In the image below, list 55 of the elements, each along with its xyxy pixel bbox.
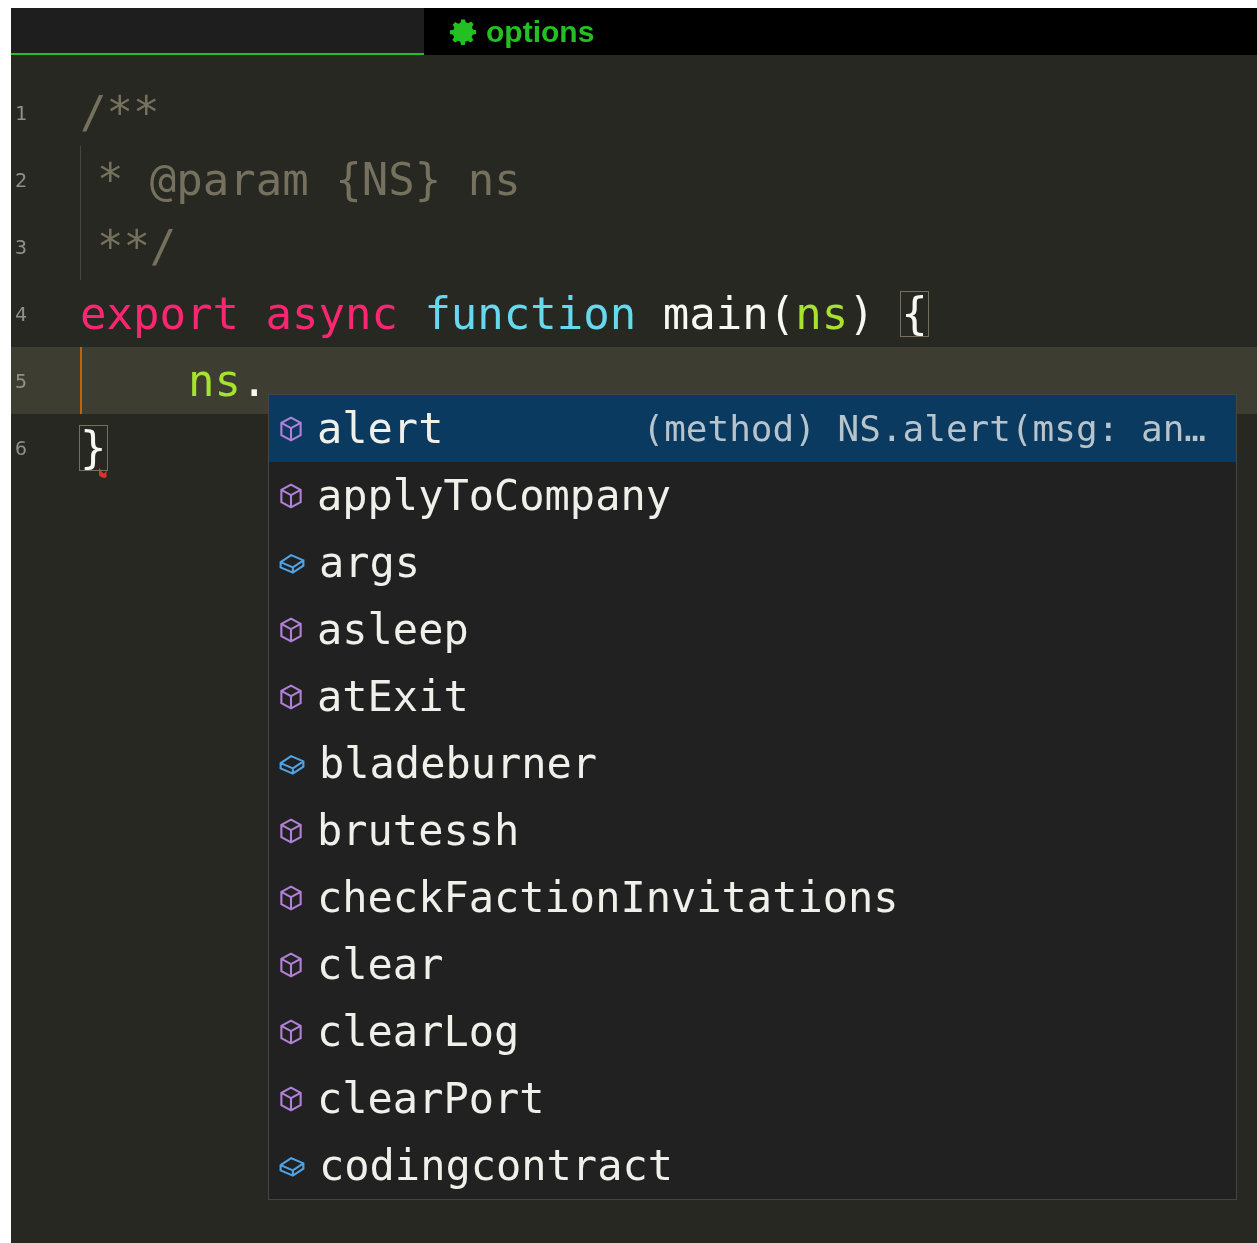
suggestion-item[interactable]: alert (method) NS.alert(msg: an…: [269, 395, 1236, 462]
options-button[interactable]: options: [424, 8, 595, 55]
line-number: 3: [14, 236, 29, 257]
suggestion-label: applyToCompany: [317, 470, 671, 522]
code-identifier: ns: [795, 291, 849, 336]
code-text: main(: [662, 291, 796, 336]
suggestion-item[interactable]: codingcontract: [269, 1132, 1236, 1199]
suggestion-label: codingcontract: [319, 1140, 673, 1192]
suggestion-label: alert: [317, 403, 444, 455]
suggestion-item[interactable]: clearLog: [269, 998, 1236, 1065]
suggestion-item[interactable]: clearPort: [269, 1065, 1236, 1132]
suggestion-label: brutessh: [317, 805, 520, 857]
line-number: 1: [14, 102, 29, 123]
editor-tab[interactable]: [11, 8, 424, 55]
cube-icon: [277, 816, 305, 845]
suggestion-label: asleep: [317, 604, 469, 656]
suggestion-item[interactable]: args: [269, 529, 1236, 596]
bracket: {: [901, 291, 928, 336]
suggestion-item[interactable]: asleep: [269, 596, 1236, 663]
suggestion-label: atExit: [317, 671, 469, 723]
suggestion-item[interactable]: atExit: [269, 663, 1236, 730]
cube-icon: [277, 950, 305, 979]
cube-icon: [277, 883, 305, 912]
suggestion-label: bladeburner: [319, 738, 598, 790]
code-text: .: [240, 358, 268, 403]
suggestion-label: checkFactionInvitations: [317, 872, 899, 924]
suggestion-label: clearPort: [317, 1073, 545, 1125]
suggestion-item[interactable]: brutessh: [269, 797, 1236, 864]
code-keyword: export: [80, 291, 239, 336]
suggestion-label: clear: [317, 939, 444, 991]
line-number: 2: [14, 169, 29, 190]
code-identifier: ns: [187, 358, 241, 403]
cube-icon: [277, 1017, 305, 1046]
line-number: 4: [14, 303, 29, 324]
code-keyword: async: [265, 291, 398, 336]
cube-icon: [277, 682, 305, 711]
line-number: 6: [14, 437, 29, 458]
bracket: }: [80, 425, 107, 470]
code-comment: * @param {NS} ns: [96, 157, 521, 202]
suggestion-item[interactable]: bladeburner: [269, 730, 1236, 797]
suggestion-item[interactable]: clear: [269, 931, 1236, 998]
suggestion-item[interactable]: checkFactionInvitations: [269, 864, 1236, 931]
suggestion-label: args: [319, 537, 421, 589]
code-keyword: function: [424, 291, 637, 336]
code-comment: **/: [96, 224, 177, 269]
code-text: ): [848, 291, 875, 336]
code-comment: /**: [80, 90, 160, 135]
cube-icon: [277, 414, 305, 443]
cube-icon: [277, 615, 305, 644]
suggestion-label: clearLog: [317, 1006, 520, 1058]
suggestion-item[interactable]: applyToCompany: [269, 462, 1236, 529]
cube-icon: [277, 1084, 305, 1113]
cube-icon: [277, 481, 305, 510]
line-number: 5: [14, 370, 29, 391]
suggestion-detail: (method) NS.alert(msg: an…: [642, 406, 1206, 451]
